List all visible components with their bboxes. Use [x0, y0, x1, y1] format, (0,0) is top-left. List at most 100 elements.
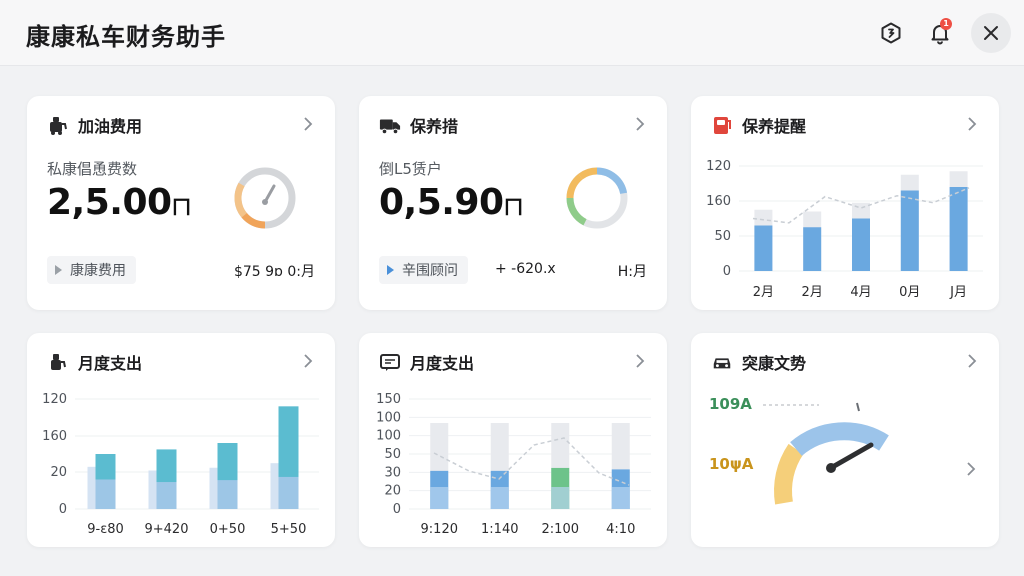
- y-tick-label: 0: [393, 502, 401, 517]
- x-tick-label: 0月: [899, 285, 920, 300]
- x-tick-label: 9-ɛ80: [87, 522, 124, 537]
- monthly-expense-card-2-title: 月度支出: [410, 354, 475, 373]
- y-tick-label: 50: [384, 447, 401, 462]
- close-button[interactable]: [971, 13, 1011, 53]
- maintenance-tag[interactable]: 辛围顾问: [379, 256, 468, 284]
- fuel-card-header: 加油费用: [47, 114, 142, 136]
- maintenance-amount-unit: ㄇ: [503, 195, 524, 219]
- safety-gauge: [763, 402, 976, 505]
- bar-base: [611, 487, 630, 509]
- maintenance-subtitle: 倒L5赁户: [379, 160, 442, 178]
- safety-card-chevron-right-icon[interactable]: [965, 350, 979, 372]
- y-tick-label: 120: [42, 392, 67, 407]
- fuel-pump-icon: [47, 114, 69, 136]
- y-tick-label: 120: [706, 159, 731, 174]
- monthly-expense-card-1-chevron-right-icon[interactable]: [301, 350, 315, 372]
- x-tick-label: 2月: [802, 285, 823, 300]
- maintenance-amount: 0,5.90ㄇ: [379, 182, 524, 223]
- play-triangle-icon: [55, 265, 62, 275]
- fuel-tag-label: 康康费用: [70, 263, 126, 279]
- x-tick-label: 4:10: [606, 522, 635, 537]
- fuel-tag[interactable]: 康康费用: [47, 256, 136, 284]
- monthly-expense-card-1-header: 月度支出: [47, 351, 142, 373]
- monthly-expense-card-2[interactable]: 月度支出 150 100 100 50 30 20 0 9:120 1:140 2:100 4:10: [359, 333, 667, 547]
- y-tick-label: 150: [376, 392, 401, 407]
- monthly-expense-card-2-chevron-right-icon[interactable]: [633, 350, 647, 372]
- y-tick-label: 160: [706, 194, 731, 209]
- x-tick-label: 5+50: [271, 522, 307, 537]
- fuel-card[interactable]: 加油费用 私康倡恿费数 2,5.00ㄇ 康康费用 $75 9ɒ 0:月: [27, 96, 335, 310]
- x-tick-label: 2月: [753, 285, 774, 300]
- x-tick-label: 9+420: [145, 522, 189, 537]
- bar-base: [490, 487, 509, 509]
- fuel-tank-icon: [711, 114, 733, 136]
- fuel-card-chevron-right-icon[interactable]: [301, 113, 315, 135]
- fuel-pump-icon: [47, 351, 69, 373]
- maintenance-card-title: 保养措: [410, 117, 459, 136]
- trend-line: [433, 437, 630, 486]
- bar: [754, 225, 773, 271]
- notification-badge: 1: [940, 18, 952, 30]
- maintenance-card-chevron-right-icon[interactable]: [633, 113, 647, 135]
- bar-overlay: [95, 479, 116, 509]
- message-box-icon: [379, 351, 401, 373]
- reminder-card-header: 保养提醒: [711, 114, 806, 136]
- monthly-expense-card-1[interactable]: 月度支出 120 160 20 0 9-ɛ80 9+420 0+50 5+50: [27, 333, 335, 547]
- safety-card[interactable]: 突康文势 109A 10ψA: [691, 333, 999, 547]
- settings-button[interactable]: [871, 13, 911, 53]
- y-tick-label: 20: [384, 484, 401, 499]
- maintenance-card[interactable]: 保养措 倒L5赁户 0,5.90ㄇ 辛围顾问 + -620.x H:月: [359, 96, 667, 310]
- bar-base: [430, 487, 449, 509]
- y-tick-label: 50: [714, 229, 731, 244]
- x-tick-label: 1:140: [481, 522, 518, 537]
- x-tick-label: J月: [949, 285, 967, 300]
- notification-button[interactable]: 1: [920, 13, 960, 53]
- fuel-subtitle: 私康倡恿费数: [47, 160, 138, 178]
- reminder-card-title: 保养提醒: [742, 117, 807, 136]
- fuel-gauge-donut: [234, 167, 296, 229]
- monthly-expense-card-2-header: 月度支出: [379, 351, 474, 373]
- car-icon: [711, 351, 733, 373]
- bar-overlay: [278, 476, 299, 509]
- y-tick-label: 100: [376, 429, 401, 444]
- bar-base: [551, 487, 570, 509]
- bar-overlay: [217, 480, 238, 509]
- y-tick-label: 100: [376, 410, 401, 425]
- x-tick-label: 0+50: [210, 522, 246, 537]
- fuel-card-title: 加油费用: [78, 117, 143, 136]
- x-tick-label: 9:120: [421, 522, 458, 537]
- maintenance-card-header: 保养措: [379, 114, 458, 136]
- play-triangle-icon: [387, 265, 394, 275]
- title-bar: 康康私车财务助手 1: [0, 0, 1024, 66]
- y-tick-label: 160: [42, 429, 67, 444]
- x-tick-label: 4月: [850, 285, 871, 300]
- bar: [852, 218, 870, 271]
- bar: [803, 227, 822, 271]
- hexagon-settings-icon: [881, 22, 901, 44]
- maintenance-tag-label: 辛围顾问: [402, 263, 458, 279]
- monthly-expense-bar-chart-1: 1201602009-ɛ80 9+420 0+50 5+50: [42, 392, 319, 537]
- safety-card-title: 突康文势: [742, 354, 807, 373]
- y-tick-label: 0: [59, 502, 67, 517]
- app-title: 康康私车财务助手: [26, 23, 226, 51]
- x-tick-label: 2:100: [542, 522, 579, 537]
- safety-card-header: 突康文势: [711, 351, 806, 373]
- bar: [949, 187, 968, 271]
- bar-overlay: [156, 482, 177, 509]
- reminder-card-chevron-right-icon[interactable]: [965, 113, 979, 135]
- y-tick-label: 20: [50, 465, 67, 480]
- close-icon: [984, 26, 998, 40]
- monthly-expense-bar-chart-2: 150 100 100 50 30 20 0 9:120 1:140 2:100 4:10: [376, 392, 651, 537]
- maintenance-delta: + -620.x: [495, 261, 556, 277]
- safety-next-chevron-icon: [967, 462, 976, 476]
- truck-icon: [379, 114, 401, 136]
- fuel-amount-unit: ㄇ: [171, 195, 192, 219]
- fuel-footer: $75 9ɒ 0:月: [233, 264, 315, 280]
- fuel-amount: 2,5.00ㄇ: [47, 182, 192, 223]
- maintenance-donut: [566, 167, 628, 229]
- y-tick-label: 30: [384, 465, 401, 480]
- reminder-card[interactable]: 保养提醒 120 160 50 0 2月 2月 4月 0月 J月: [691, 96, 999, 310]
- maintenance-footer: H:月: [617, 264, 647, 280]
- reminder-bar-chart: 120 160 50 0 2月 2月 4月 0月 J月: [706, 159, 983, 300]
- y-tick-label: 0: [723, 264, 731, 279]
